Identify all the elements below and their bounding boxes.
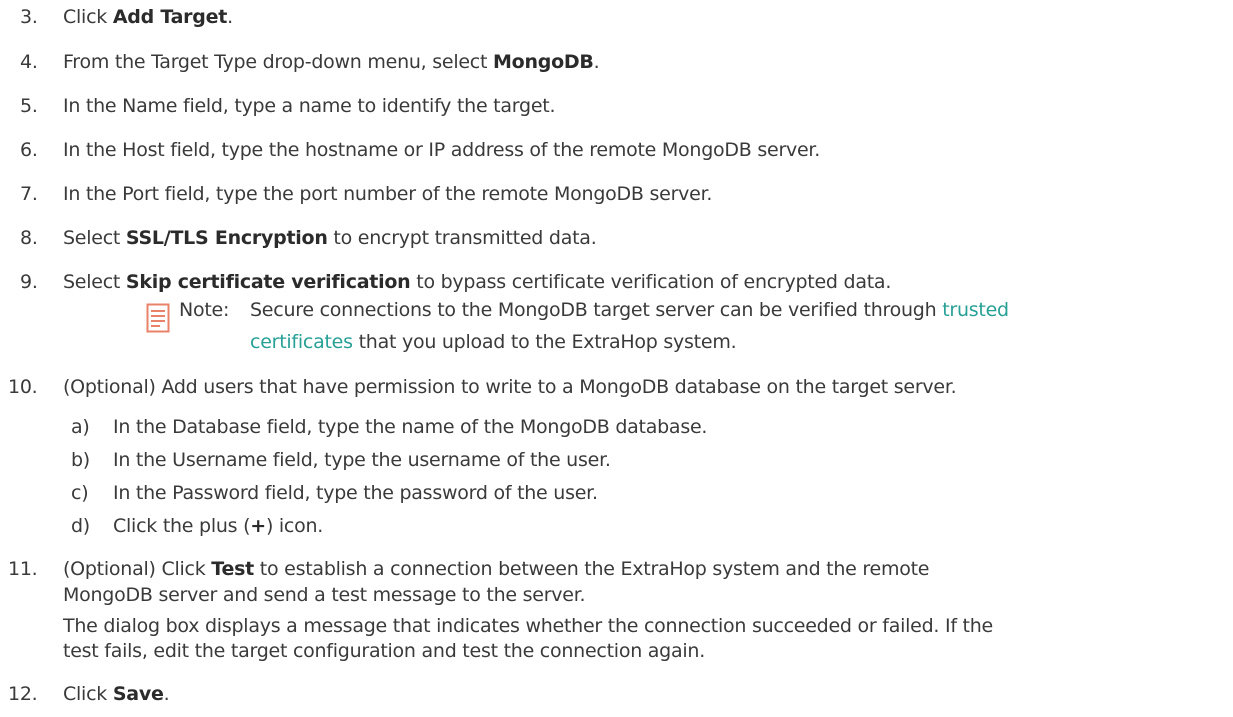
step-text: Select SSL/TLS Encryption to encrypt tra… (63, 227, 597, 249)
step-number: 9. (20, 271, 38, 293)
substep-letter: c) (71, 482, 89, 504)
ui-label-skip-cert: Skip certificate verification (125, 271, 411, 293)
step-11-continuation: test fails, edit the target configuratio… (63, 640, 705, 662)
step-number: 7. (20, 183, 38, 205)
ui-label-mongodb: MongoDB (493, 51, 594, 73)
step-text: In the Host field, type the hostname or … (63, 139, 821, 161)
note-document-icon (146, 303, 170, 333)
step-11-continuation: MongoDB server and send a test message t… (63, 584, 586, 606)
step-number: 12. (8, 683, 38, 705)
substep-letter: d) (71, 515, 90, 537)
step-text: From the Target Type drop-down menu, sel… (63, 51, 600, 73)
step-number: 5. (20, 95, 38, 117)
substep-text: In the Password field, type the password… (113, 482, 598, 504)
note-label: Note: (179, 299, 230, 321)
step-number: 11. (8, 558, 38, 580)
step-number: 4. (20, 51, 38, 73)
step-number: 8. (20, 227, 38, 249)
substep-letter: a) (71, 416, 90, 438)
step-number: 10. (8, 376, 38, 398)
step-text: (Optional) Add users that have permissio… (63, 376, 957, 398)
ui-label-test: Test (211, 558, 254, 580)
step-text: In the Port field, type the port number … (63, 183, 713, 205)
plus-symbol: + (250, 515, 266, 537)
step-number: 3. (20, 6, 38, 28)
ui-label-save: Save (112, 683, 164, 705)
substep-text: Click the plus (+) icon. (113, 515, 324, 537)
step-text: Click Add Target. (63, 6, 233, 28)
trusted-certificates-link[interactable]: trusted (942, 299, 1009, 321)
note-text-line-2: certificates that you upload to the Extr… (250, 331, 737, 353)
step-text: Select Skip certificate verification to … (63, 271, 892, 293)
note-text-line-1: Secure connections to the MongoDB target… (250, 299, 1009, 321)
substep-letter: b) (71, 449, 90, 471)
step-text: In the Name field, type a name to identi… (63, 95, 556, 117)
substep-text: In the Username field, type the username… (113, 449, 611, 471)
step-text: (Optional) Click Test to establish a con… (63, 558, 930, 580)
trusted-certificates-link[interactable]: certificates (250, 331, 353, 353)
step-number: 6. (20, 139, 38, 161)
ui-label-ssl-tls: SSL/TLS Encryption (125, 227, 328, 249)
substep-text: In the Database field, type the name of … (113, 416, 708, 438)
step-11-continuation: The dialog box displays a message that i… (63, 615, 993, 637)
ui-label-add-target: Add Target (112, 6, 228, 28)
step-text: Click Save. (63, 683, 170, 705)
